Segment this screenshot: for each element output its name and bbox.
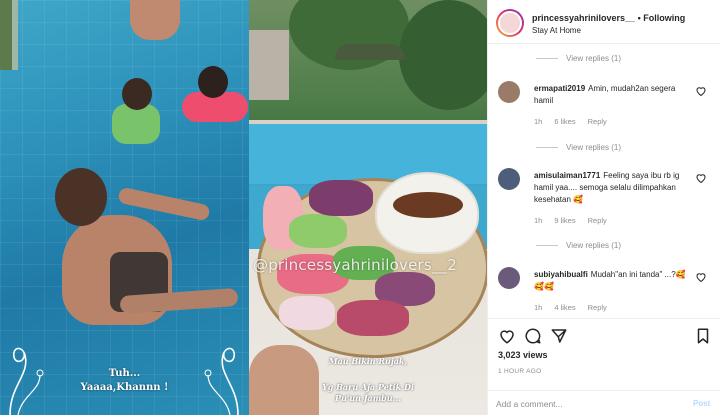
- garden-tree-right: [399, 0, 487, 110]
- instagram-post-view: Tuh... Yaaaa,Khannn ! @princessyahrinilo…: [0, 0, 720, 415]
- pool-edge: [0, 0, 18, 70]
- view-replies-line: [536, 245, 558, 246]
- comment-username[interactable]: ermapati2019: [534, 84, 585, 93]
- post-button[interactable]: Post: [693, 399, 710, 408]
- comment-username[interactable]: amisulaiman1771: [534, 171, 600, 180]
- avatar[interactable]: [496, 9, 524, 37]
- view-replies-button[interactable]: View replies (1): [536, 241, 621, 250]
- comment-icon[interactable]: [524, 327, 542, 345]
- post-sidebar: princessyahrinilovers__ • Following Stay…: [487, 0, 720, 415]
- ornament-right-icon: [204, 347, 239, 415]
- heart-icon[interactable]: [695, 172, 707, 184]
- man-head: [55, 168, 107, 226]
- sauce-bowl: [375, 172, 479, 254]
- story-caption-line1: Tuh...: [108, 368, 141, 379]
- story-frame-pool: Tuh... Yaaaa,Khannn !: [0, 0, 249, 415]
- fruit-slice: [279, 296, 335, 330]
- comment-reply-button[interactable]: Reply: [588, 303, 607, 312]
- comment-reply-button[interactable]: Reply: [588, 216, 607, 225]
- house-wall: [249, 30, 289, 100]
- rujak-sauce: [393, 192, 463, 218]
- child-head-second: [198, 66, 228, 98]
- fruit-slice: [309, 180, 373, 216]
- view-count[interactable]: 3,023 views: [498, 350, 548, 360]
- header-username-row: princessyahrinilovers__ • Following: [532, 13, 685, 23]
- swimmer-child-top: [130, 0, 180, 40]
- watermark: @princessyahrinilovers__2: [253, 256, 458, 274]
- post-timestamp: 1 HOUR AGO: [498, 368, 542, 375]
- post-actions: [488, 318, 720, 354]
- comment-time: 1h: [534, 303, 543, 312]
- story-frame-fruit: @princessyahrinilovers__2 Mau Bikin Ruja…: [249, 0, 487, 415]
- heart-icon[interactable]: [695, 271, 707, 283]
- comment-likes[interactable]: 6 likes: [554, 117, 575, 126]
- comments-list[interactable]: View replies (1) ermapati2019 Amin, mudah…: [488, 45, 720, 317]
- comment-avatar[interactable]: [498, 81, 520, 103]
- fruit-slice: [289, 214, 347, 248]
- heart-icon[interactable]: [695, 85, 707, 97]
- share-icon[interactable]: [550, 327, 568, 345]
- fruit-slice: [337, 300, 409, 336]
- heart-icon[interactable]: [498, 327, 516, 345]
- comment-time: 1h: [534, 216, 543, 225]
- comment-reply-button[interactable]: Reply: [588, 117, 607, 126]
- pool-water: [249, 124, 487, 184]
- post-header: princessyahrinilovers__ • Following Stay…: [488, 0, 720, 44]
- child-float-vest: [112, 104, 160, 144]
- comment-likes[interactable]: 9 likes: [554, 216, 575, 225]
- comment-meta: 1h 4 likes Reply: [534, 303, 607, 312]
- view-replies-label: View replies (1): [566, 241, 621, 250]
- add-comment-bar: Post: [488, 390, 720, 415]
- separator-dot: •: [637, 13, 641, 23]
- comment-input[interactable]: [496, 396, 681, 412]
- comment-username[interactable]: subiyahibualfi: [534, 270, 588, 279]
- comment-likes[interactable]: 4 likes: [554, 303, 575, 312]
- view-replies-label: View replies (1): [566, 54, 621, 63]
- story-caption-line2: Yg Baru Aja Petik Di: [322, 382, 414, 392]
- avatar-image: [498, 11, 522, 35]
- story-caption-line2: Yaaaa,Khannn !: [80, 382, 169, 393]
- comment-meta: 1h 6 likes Reply: [534, 117, 607, 126]
- comment-time: 1h: [534, 117, 543, 126]
- view-replies-button[interactable]: View replies (1): [536, 54, 621, 63]
- view-replies-button[interactable]: View replies (1): [536, 143, 621, 152]
- view-replies-line: [536, 147, 558, 148]
- comment-text: amisulaiman1771 Feeling saya ibu rb ig ha…: [534, 170, 694, 206]
- post-media[interactable]: Tuh... Yaaaa,Khannn ! @princessyahrinilo…: [0, 0, 487, 415]
- garden-umbrella: [335, 44, 405, 60]
- view-replies-line: [536, 58, 558, 59]
- following-button[interactable]: Following: [643, 13, 685, 23]
- ornament-left-icon: [9, 347, 44, 415]
- username-link[interactable]: princessyahrinilovers__: [532, 13, 635, 23]
- story-caption-line1: Mau Bikin Rujak,: [328, 356, 408, 366]
- bookmark-icon[interactable]: [694, 327, 712, 345]
- comment-text: subiyahibualfi Mudah"an ini tanda" ...?🥰🥰…: [534, 269, 694, 293]
- story-caption-line3: Pu'un Jambu...: [335, 393, 401, 403]
- location-link[interactable]: Stay At Home: [532, 26, 581, 35]
- comment-avatar[interactable]: [498, 267, 520, 289]
- child-head: [122, 78, 152, 110]
- comment-meta: 1h 9 likes Reply: [534, 216, 607, 225]
- comment-avatar[interactable]: [498, 168, 520, 190]
- view-replies-label: View replies (1): [566, 143, 621, 152]
- comment-text: ermapati2019 Amin, mudah2an segera hamil: [534, 83, 694, 107]
